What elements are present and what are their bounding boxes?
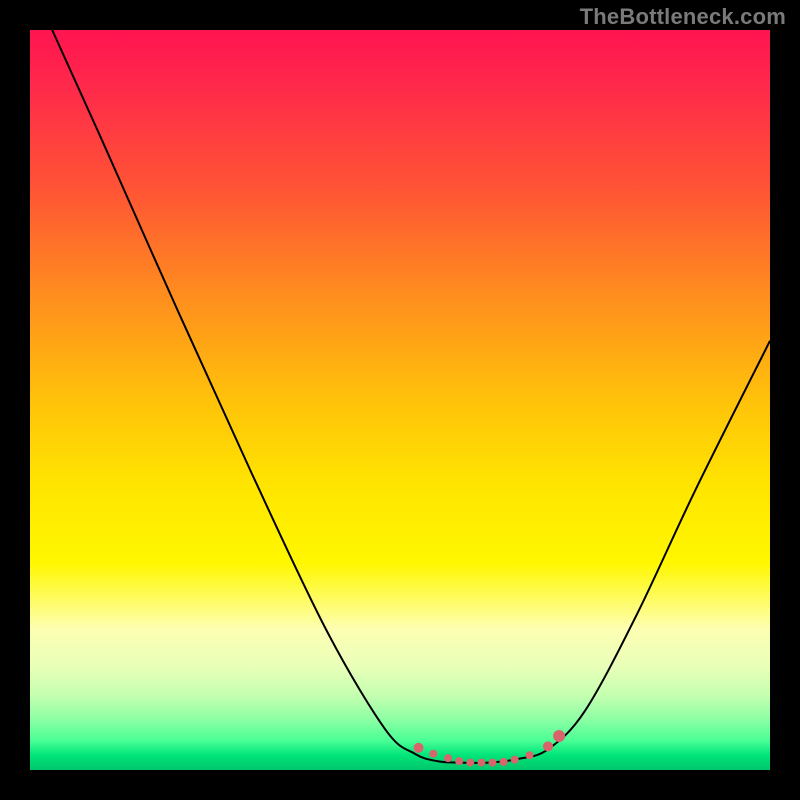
optimal-marker — [414, 743, 424, 753]
attribution-text: TheBottleneck.com — [580, 4, 786, 30]
optimal-marker — [543, 741, 553, 751]
optimal-marker — [553, 730, 565, 742]
chart-svg — [30, 30, 770, 770]
optimal-marker — [429, 750, 437, 758]
chart-container: TheBottleneck.com — [0, 0, 800, 800]
optimal-marker — [526, 751, 534, 759]
optimal-marker — [511, 756, 519, 764]
optimal-marker — [444, 754, 452, 762]
optimal-marker — [455, 757, 463, 765]
plot-area — [30, 30, 770, 770]
optimal-marker — [477, 759, 485, 767]
optimal-marker — [500, 758, 508, 766]
optimal-marker — [466, 759, 474, 767]
optimal-marker — [489, 759, 497, 767]
bottleneck-curve — [52, 30, 770, 763]
